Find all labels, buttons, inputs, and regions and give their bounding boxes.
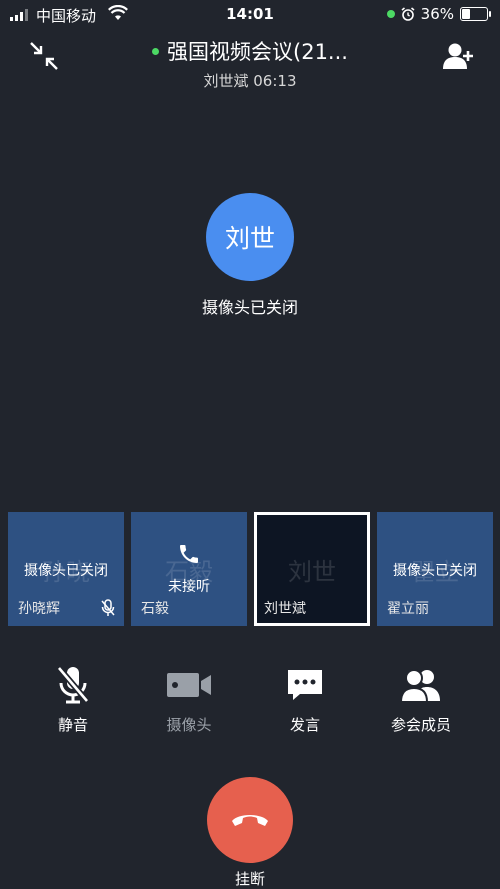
speak-label: 发言 — [289, 716, 320, 734]
meeting-subtitle: 刘世斌 06:13 — [203, 72, 297, 90]
chat-bubble-icon — [288, 670, 322, 700]
participant-name: 翟立丽 — [387, 601, 429, 617]
participant-tile[interactable]: 翟立 摄像头已关闭 翟立丽 — [377, 512, 493, 626]
status-bar: 中国移动 14:01 36% — [0, 0, 500, 30]
tile-status: 摄像头已关闭 — [24, 563, 108, 579]
camera-label: 摄像头 — [166, 716, 212, 734]
tile-ghost-name: 刘世 — [288, 558, 336, 586]
participant-name: 刘世斌 — [264, 601, 306, 617]
hangup-button[interactable] — [207, 777, 293, 863]
mic-muted-icon — [101, 599, 115, 616]
camera-button[interactable]: 摄像头 — [134, 664, 244, 735]
phone-icon — [131, 542, 247, 570]
mic-off-icon — [56, 666, 90, 704]
participant-tile[interactable]: 石毅 未接听 石毅 — [131, 512, 247, 626]
tile-status: 未接听 — [168, 579, 210, 595]
location-dot-icon — [386, 10, 395, 18]
participant-tile-selected[interactable]: 刘世 刘世斌 — [254, 512, 370, 626]
speaker-avatar: 刘世 — [206, 193, 294, 281]
battery-icon — [460, 7, 491, 21]
call-header: 强国视频会议(21... 刘世斌 06:13 — [0, 36, 500, 91]
participant-tile[interactable]: 孙晓 摄像头已关闭 孙晓辉 — [8, 512, 124, 626]
online-dot — [152, 47, 160, 55]
speak-button[interactable]: 发言 — [250, 664, 360, 735]
hangup-label: 挂断 — [234, 870, 265, 888]
members-button[interactable]: 参会成员 — [366, 664, 476, 735]
mute-button[interactable]: 静音 — [18, 664, 128, 735]
members-icon — [400, 669, 440, 703]
mute-label: 静音 — [57, 716, 88, 734]
battery-percent: 36% — [420, 5, 454, 23]
hangup-phone-icon — [232, 815, 268, 826]
meeting-title: 强国视频会议(21... — [167, 40, 348, 64]
participant-name: 孙晓辉 — [18, 601, 60, 617]
participant-name: 石毅 — [141, 601, 169, 617]
speaker-status: 摄像头已关闭 — [201, 298, 298, 317]
video-camera-icon — [167, 673, 211, 697]
tile-status: 摄像头已关闭 — [393, 563, 477, 579]
members-label: 参会成员 — [390, 716, 451, 734]
add-user-icon[interactable] — [442, 40, 474, 72]
alarm-icon — [401, 7, 415, 21]
